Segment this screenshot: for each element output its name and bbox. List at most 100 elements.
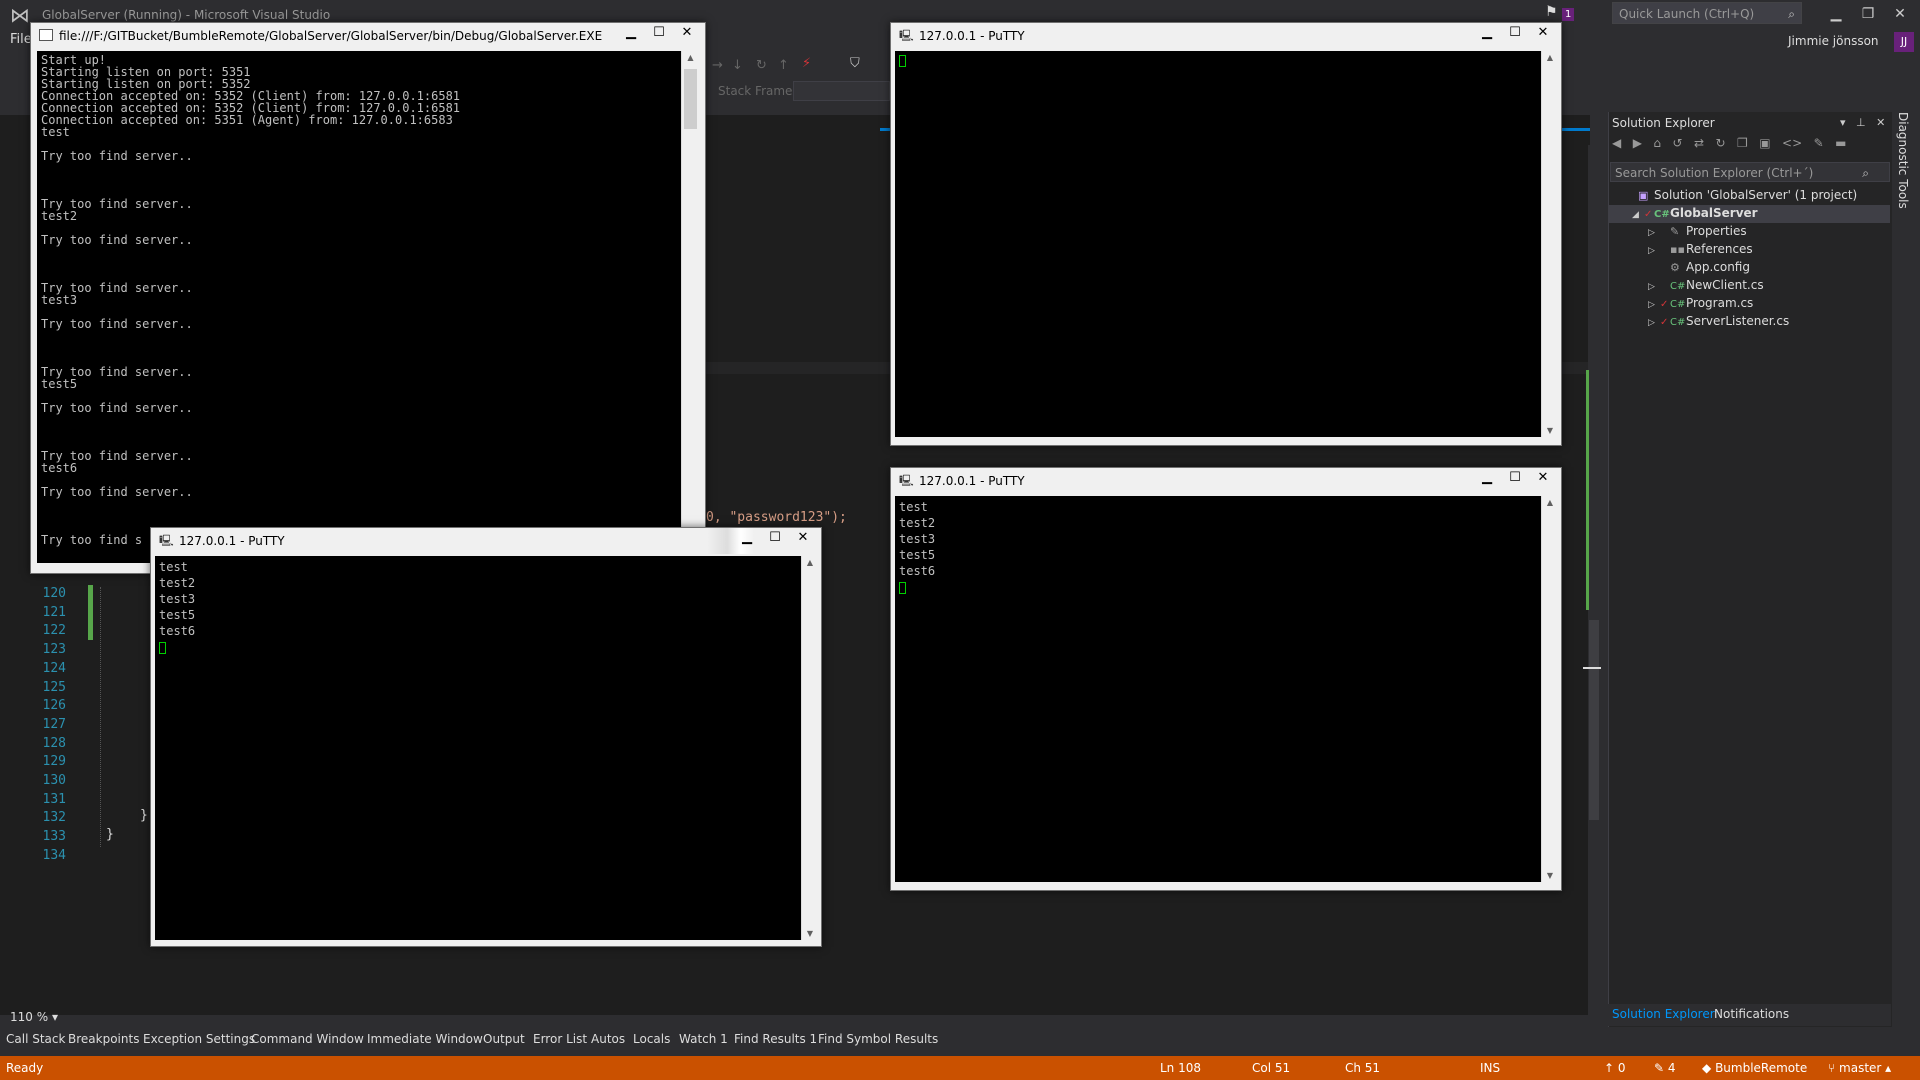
home-icon[interactable]: ⌂ [1653, 136, 1661, 150]
tree-item[interactable]: ▷ C#NewClient.cs [1648, 278, 1764, 292]
maximize-button[interactable]: ☐ [1501, 468, 1529, 488]
putty-window-top[interactable]: 🖳 127.0.0.1 - PuTTY ▁ ☐ ✕ ▲ ▼ [890, 22, 1562, 446]
tool-window-tab[interactable]: Call Stack [6, 1032, 65, 1046]
putty-title-bar[interactable]: 🖳 127.0.0.1 - PuTTY ▁ ☐ ✕ [151, 528, 821, 554]
sync-icon[interactable]: ⇄ [1694, 136, 1704, 150]
properties-wrench-icon[interactable]: ✎ [1814, 136, 1824, 150]
tool-window-tab[interactable]: Immediate Window [367, 1032, 483, 1046]
minimize-button[interactable]: ▁ [617, 23, 645, 43]
close-button[interactable]: ✕ [789, 528, 817, 548]
putty-title-bar[interactable]: 🖳 127.0.0.1 - PuTTY ▁ ☐ ✕ [891, 468, 1561, 494]
breakpoint-toggle-icon[interactable]: ⚡ [802, 56, 811, 71]
notification-flag-icon[interactable]: ⚑ [1545, 4, 1558, 20]
refresh-icon[interactable]: ↻ [1715, 136, 1725, 150]
tool-window-tab[interactable]: Autos [591, 1032, 625, 1046]
tool-window-tab[interactable]: Command Window [251, 1032, 364, 1046]
expand-arrow-icon[interactable]: ◢ [1632, 210, 1644, 220]
tool-window-tab[interactable]: Find Results 1 [734, 1032, 817, 1046]
expand-arrow-icon[interactable]: ▷ [1648, 318, 1660, 328]
step-over-icon[interactable]: ↓ [732, 58, 743, 73]
show-all-files-icon[interactable]: ▣ [1759, 136, 1770, 150]
scroll-up-icon[interactable]: ▲ [802, 558, 818, 567]
scroll-down-icon[interactable]: ▼ [1542, 871, 1558, 880]
putty-terminal[interactable]: test test2 test3 test5 test6 [895, 496, 1541, 882]
close-button[interactable]: ✕ [1884, 2, 1916, 26]
filter-icon[interactable]: ⛉ [850, 56, 860, 71]
expand-arrow-icon[interactable]: ▷ [1648, 282, 1660, 292]
tool-window-tab[interactable]: Output [483, 1032, 525, 1046]
forward-icon[interactable]: ▶ [1633, 136, 1642, 150]
expand-arrow-icon[interactable]: ▷ [1648, 246, 1660, 256]
minimize-button[interactable]: ▁ [1473, 468, 1501, 488]
putty-title-bar[interactable]: 🖳 127.0.0.1 - PuTTY ▁ ☐ ✕ [891, 23, 1561, 49]
expand-arrow-icon[interactable]: ▷ [1648, 300, 1660, 310]
collapse-all-icon[interactable]: ❐ [1737, 136, 1748, 150]
putty-scrollbar[interactable]: ▲ ▼ [1541, 496, 1558, 882]
tree-item[interactable]: ▷ ✎ Properties [1648, 224, 1747, 238]
avatar[interactable]: JJ [1894, 32, 1914, 52]
history-icon[interactable]: ↺ [1672, 136, 1682, 150]
minimize-button[interactable]: ▁ [733, 528, 761, 548]
tab-notifications[interactable]: Notifications [1714, 1007, 1789, 1021]
maximize-button[interactable]: ☐ [1501, 23, 1529, 43]
back-icon[interactable]: ◀ [1612, 136, 1621, 150]
scroll-up-icon[interactable]: ▲ [1542, 53, 1558, 62]
solution-explorer-search-input[interactable]: Search Solution Explorer (Ctrl+´) ⌕ [1610, 162, 1890, 182]
close-button[interactable]: ✕ [1529, 468, 1557, 488]
putty-scrollbar[interactable]: ▲ ▼ [1541, 51, 1558, 437]
scroll-down-icon[interactable]: ▼ [1542, 426, 1558, 435]
tree-item[interactable]: ▷ ▪▪References [1648, 242, 1753, 256]
git-changes-indicator[interactable]: ✎ 4 [1654, 1061, 1676, 1075]
quick-launch-input[interactable]: Quick Launch (Ctrl+Q) ⌕ [1612, 2, 1802, 24]
tree-item[interactable]: ⚙ App.config [1648, 260, 1750, 274]
console-window[interactable]: file:///F:/GITBucket/BumbleRemote/Global… [30, 22, 706, 574]
restore-button[interactable]: ❐ [1852, 2, 1884, 26]
menu-file[interactable]: File [10, 32, 32, 47]
step-into-icon[interactable]: → [712, 58, 723, 73]
putty-scrollbar[interactable]: ▲ ▼ [801, 556, 818, 940]
tab-solution-explorer[interactable]: Solution Explorer [1612, 1007, 1715, 1021]
dropdown-icon[interactable]: ▾ [1840, 116, 1846, 129]
expand-arrow-icon[interactable]: ▷ [1648, 228, 1660, 238]
putty-terminal[interactable]: test test2 test3 test5 test6 [155, 556, 801, 940]
putty-window-left[interactable]: 🖳 127.0.0.1 - PuTTY ▁ ☐ ✕ test test2 test3 te… [150, 527, 822, 947]
putty-terminal[interactable] [895, 51, 1541, 437]
tool-window-tab[interactable]: Find Symbol Results [818, 1032, 938, 1046]
git-push-indicator[interactable]: ↑ 0 [1604, 1061, 1626, 1075]
scroll-down-icon[interactable]: ▼ [802, 929, 818, 938]
step-out-icon[interactable]: ↑ [778, 58, 789, 73]
pin-icon[interactable]: ⊥ [1856, 116, 1866, 129]
tree-item[interactable]: ◢ ✓ C#GlobalServer [1632, 206, 1758, 220]
console-scrollbar[interactable]: ▲ [681, 51, 699, 563]
minimize-button[interactable]: ▁ [1473, 23, 1501, 43]
close-icon[interactable]: ✕ [1876, 116, 1885, 129]
tab-diagnostic-tools[interactable]: Diagnostic Tools [1896, 112, 1910, 209]
scroll-up-icon[interactable]: ▲ [682, 53, 699, 62]
user-name[interactable]: Jimmie jönsson [1788, 34, 1879, 48]
stack-frame-dropdown[interactable] [793, 81, 890, 101]
git-repo-indicator[interactable]: ◆ BumbleRemote [1702, 1061, 1807, 1075]
editor-scroll-thumb[interactable] [1589, 620, 1599, 820]
console-scroll-thumb[interactable] [684, 69, 697, 129]
git-branch-indicator[interactable]: ⑂ master ▴ [1828, 1061, 1891, 1075]
zoom-level-dropdown[interactable]: 110 % ▾ [10, 1010, 58, 1024]
console-output[interactable]: Start up! Starting listen on port: 5351 St… [37, 51, 681, 563]
tree-item[interactable]: ▷ ✓ C#ServerListener.cs [1648, 314, 1789, 328]
maximize-button[interactable]: ☐ [761, 528, 789, 548]
scroll-up-icon[interactable]: ▲ [1542, 498, 1558, 507]
tool-window-tab[interactable]: Breakpoints [68, 1032, 139, 1046]
close-button[interactable]: ✕ [673, 23, 701, 43]
tree-item[interactable]: ▷ ✓ C#Program.cs [1648, 296, 1753, 310]
step-back-icon[interactable]: ↻ [756, 58, 767, 73]
maximize-button[interactable]: ☐ [645, 23, 673, 43]
tool-window-tab[interactable]: Locals [633, 1032, 670, 1046]
putty-window-right[interactable]: 🖳 127.0.0.1 - PuTTY ▁ ☐ ✕ test test2 test3 te… [890, 467, 1562, 891]
tree-item[interactable]: ▣ Solution 'GlobalServer' (1 project) [1616, 188, 1857, 202]
tool-window-tab[interactable]: Error List [533, 1032, 587, 1046]
view-code-icon[interactable]: <> [1782, 136, 1802, 150]
tool-window-tab[interactable]: Watch 1 [679, 1032, 728, 1046]
editor-vertical-scrollbar[interactable] [1588, 145, 1600, 1015]
close-button[interactable]: ✕ [1529, 23, 1557, 43]
minimize-button[interactable]: ▁ [1820, 2, 1852, 26]
tool-window-tab[interactable]: Exception Settings [143, 1032, 255, 1046]
